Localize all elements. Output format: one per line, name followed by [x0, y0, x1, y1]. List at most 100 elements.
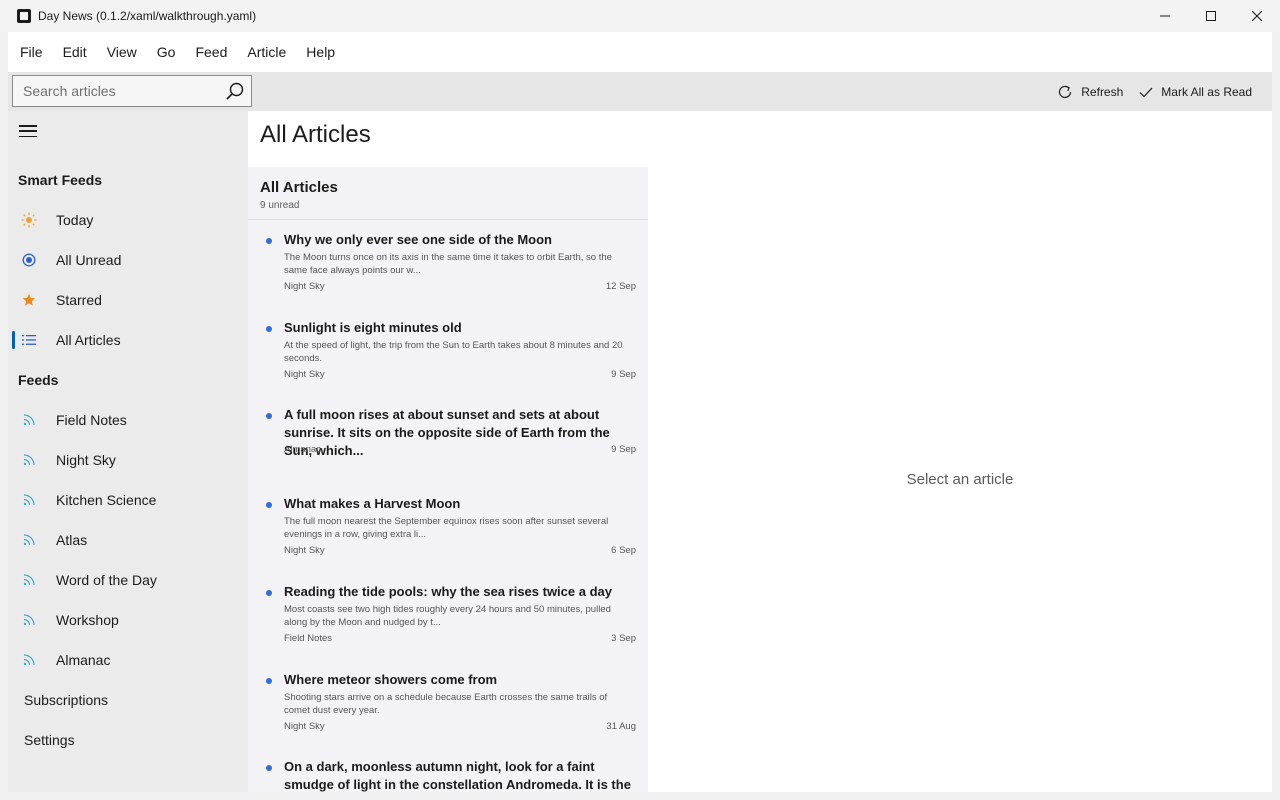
minimize-icon [1160, 15, 1170, 17]
article-date: 9 Sep [611, 444, 636, 455]
sidebar-item-label: Field Notes [56, 412, 127, 428]
toolbar: Refresh Mark All as Read [8, 72, 1272, 111]
unread-dot-icon [266, 413, 272, 419]
menu-edit[interactable]: Edit [53, 37, 97, 67]
sidebar-item-label: Night Sky [56, 452, 116, 468]
sidebar-item-almanac[interactable]: Almanac [12, 642, 244, 678]
unread-dot-icon [266, 502, 272, 508]
main-content: All Articles All Articles 9 unread Why w… [248, 111, 1272, 792]
article-feed: Field Notes [284, 633, 333, 644]
sidebar-item-label: Starred [56, 292, 102, 308]
article-feed: Night Sky [284, 369, 325, 380]
article-item[interactable]: On a dark, moonless autumn night, look f… [248, 758, 648, 792]
unread-dot-icon [266, 238, 272, 244]
toolbar-actions: Refresh Mark All as Read [1049, 72, 1260, 111]
article-title: A full moon rises at about sunset and se… [284, 407, 610, 458]
article-item[interactable]: Reading the tide pools: why the sea rise… [248, 583, 648, 657]
article-title: On a dark, moonless autumn night, look f… [284, 759, 631, 792]
page-title: All Articles [260, 121, 371, 148]
app-icon [17, 9, 31, 23]
search-icon [226, 82, 244, 100]
article-title: Why we only ever see one side of the Moo… [284, 232, 552, 247]
sidebar-item-kitchen-science[interactable]: Kitchen Science [12, 482, 244, 518]
checkmark-icon [1139, 87, 1153, 97]
article-summary: The full moon nearest the September equi… [284, 516, 609, 540]
sidebar-item-field-notes[interactable]: Field Notes [12, 402, 244, 438]
close-button[interactable] [1234, 0, 1280, 32]
article-title: Where meteor showers come from [284, 672, 498, 687]
sidebar-item-label: Kitchen Science [56, 492, 157, 508]
navigation-pane: Smart Feeds Today All Unread Starred All… [8, 111, 248, 792]
article-summary: Shooting stars arrive on a schedule beca… [284, 692, 608, 716]
window-title: Day News (0.1.2/xaml/walkthrough.yaml) [38, 9, 257, 23]
maximize-button[interactable] [1188, 0, 1234, 32]
menu-feed[interactable]: Feed [185, 37, 237, 67]
window-controls [1142, 0, 1280, 32]
refresh-icon [1059, 85, 1072, 98]
maximize-icon [1206, 11, 1216, 21]
article-title: Sunlight is eight minutes old [284, 320, 462, 335]
sidebar-item-workshop[interactable]: Workshop [12, 602, 244, 638]
rss-icon [20, 531, 38, 549]
mark-all-read-button[interactable]: Mark All as Read [1131, 77, 1260, 107]
article-list: All Articles 9 unread Why we only ever s… [248, 167, 648, 792]
article-item[interactable]: A full moon rises at about sunset and se… [248, 406, 648, 466]
search-button[interactable] [219, 76, 251, 106]
search-input[interactable] [13, 83, 219, 99]
article-detail-placeholder: Select an article [906, 471, 1014, 488]
rss-icon [20, 571, 38, 589]
article-item[interactable]: Where meteor showers come from Shooting … [248, 671, 648, 745]
sidebar-item-word-of-the-day[interactable]: Word of the Day [12, 562, 244, 598]
hamburger-menu-icon[interactable] [18, 123, 38, 139]
settings-link[interactable]: Settings [24, 732, 75, 748]
unread-dot-icon [266, 765, 272, 771]
article-item[interactable]: What makes a Harvest Moon The full moon … [248, 495, 648, 569]
unread-dot-icon [266, 590, 272, 596]
sidebar-item-atlas[interactable]: Atlas [12, 522, 244, 558]
rss-icon [20, 451, 38, 469]
rss-icon [20, 411, 38, 429]
menu-file[interactable]: File [10, 37, 53, 67]
subscriptions-link[interactable]: Subscriptions [24, 692, 108, 708]
sidebar-item-night-sky[interactable]: Night Sky [12, 442, 244, 478]
sidebar-item-today[interactable]: Today [12, 202, 244, 238]
sidebar-item-label: Workshop [56, 612, 119, 628]
article-feed: Night Sky [284, 721, 325, 732]
sidebar-item-starred[interactable]: Starred [12, 282, 244, 318]
sidebar-item-label: Atlas [56, 532, 88, 548]
article-summary: At the speed of light, the trip from the… [284, 340, 623, 364]
sidebar-item-label: All Articles [56, 332, 121, 348]
sidebar-item-all-unread[interactable]: All Unread [12, 242, 244, 278]
article-summary: The Moon turns once on its axis in the s… [284, 252, 612, 276]
article-feed: Night Sky [284, 545, 325, 556]
list-icon [20, 331, 38, 349]
sidebar-item-label: Today [56, 212, 94, 228]
minimize-button[interactable] [1142, 0, 1188, 32]
smart-feeds-header: Smart Feeds [18, 172, 103, 188]
menu-view[interactable]: View [97, 37, 147, 67]
article-summary: Most coasts see two high tides roughly e… [284, 604, 611, 628]
article-list-header: All Articles 9 unread [248, 167, 648, 220]
article-list-title: All Articles [260, 179, 338, 196]
mark-all-read-label: Mark All as Read [1161, 84, 1252, 99]
feeds-header: Feeds [18, 372, 59, 388]
refresh-button[interactable]: Refresh [1049, 77, 1131, 107]
menu-article[interactable]: Article [237, 37, 296, 67]
article-date: 12 Sep [605, 281, 636, 292]
sun-icon [20, 211, 38, 229]
article-item[interactable]: Sunlight is eight minutes old At the spe… [248, 319, 648, 393]
menu-help[interactable]: Help [296, 37, 345, 67]
rss-icon [20, 611, 38, 629]
title-bar: Day News (0.1.2/xaml/walkthrough.yaml) [0, 0, 1280, 32]
sidebar-item-label: Word of the Day [56, 572, 157, 588]
article-feed: Almanac [284, 444, 321, 455]
sidebar-item-label: All Unread [56, 252, 122, 268]
sidebar-item-label: Almanac [56, 652, 111, 668]
article-item[interactable]: Why we only ever see one side of the Moo… [248, 231, 648, 305]
sidebar-item-all-articles[interactable]: All Articles [12, 322, 244, 358]
star-icon [20, 291, 38, 309]
rss-icon [20, 491, 38, 509]
menu-go[interactable]: Go [147, 37, 186, 67]
article-feed: Night Sky [284, 281, 325, 292]
search-box [12, 75, 252, 107]
